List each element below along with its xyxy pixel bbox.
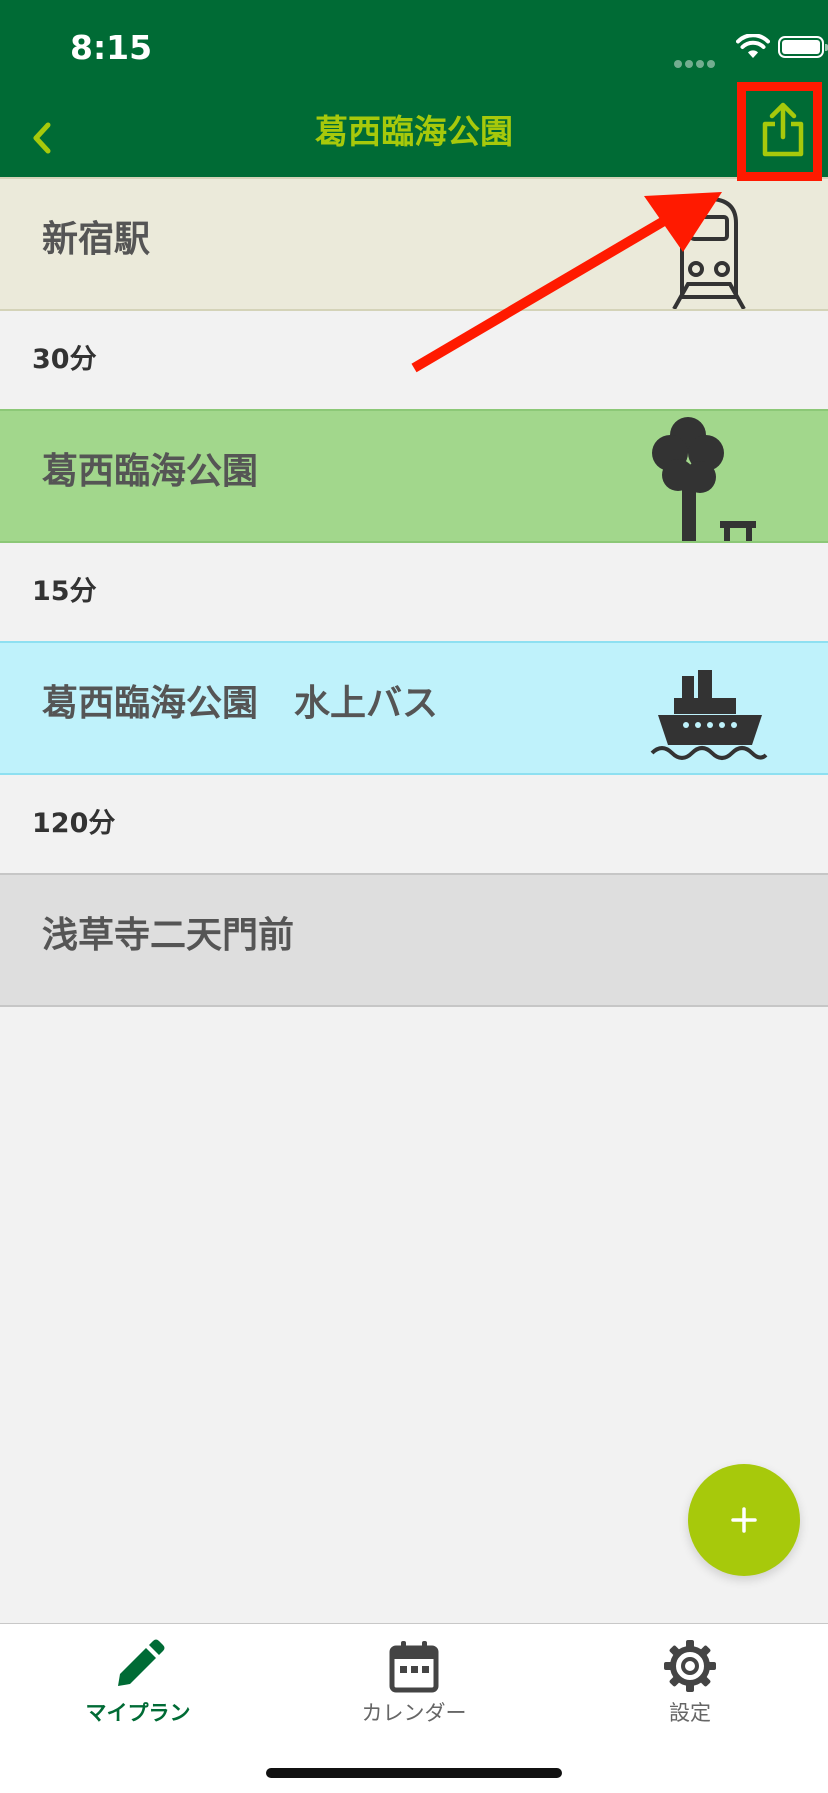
add-stop-button[interactable] (688, 1464, 800, 1576)
plan-list: 新宿駅 30分 葛西臨海公園 15分 葛西臨海公園 水上バス 120分 浅草寺二… (0, 177, 828, 1007)
plan-stop-card[interactable]: 浅草寺二天門前 (0, 873, 828, 1007)
wifi-icon (736, 34, 770, 58)
tab-my-plan[interactable]: マイプラン (0, 1624, 276, 1734)
park-tree-icon (652, 417, 756, 541)
page-title: 葛西臨海公園 (315, 112, 513, 151)
stop-name: 浅草寺二天門前 (42, 915, 295, 956)
home-indicator (266, 1768, 562, 1778)
plus-icon (731, 1507, 757, 1533)
cellular-signal-icon (674, 53, 718, 72)
share-icon (762, 102, 804, 157)
calendar-icon (389, 1641, 439, 1693)
status-time: 8:15 (70, 28, 153, 67)
pencil-icon (118, 1639, 165, 1686)
navigation-header: 8:15 葛西臨海公園 (0, 0, 828, 177)
stop-name: 葛西臨海公園 (42, 451, 259, 492)
plan-stop-card[interactable]: 葛西臨海公園 (0, 409, 828, 543)
gear-icon (664, 1640, 716, 1692)
plan-stop-card[interactable]: 新宿駅 (0, 177, 828, 311)
share-button[interactable] (738, 83, 828, 177)
tab-label: マイプラン (85, 1701, 191, 1725)
battery-icon (778, 36, 828, 58)
travel-time-label: 15分 (32, 576, 97, 607)
stop-name: 新宿駅 (42, 219, 151, 260)
tab-calendar[interactable]: カレンダー (276, 1624, 552, 1734)
ferry-icon (650, 670, 768, 760)
plan-stop-card[interactable]: 葛西臨海公園 水上バス (0, 641, 828, 775)
travel-time-label: 120分 (32, 808, 116, 839)
tab-label: カレンダー (361, 1701, 467, 1725)
train-icon (672, 196, 746, 309)
tab-settings[interactable]: 設定 (552, 1624, 828, 1734)
stop-name: 葛西臨海公園 水上バス (42, 683, 439, 724)
travel-time-label: 30分 (32, 344, 97, 375)
tab-label: 設定 (669, 1701, 711, 1725)
